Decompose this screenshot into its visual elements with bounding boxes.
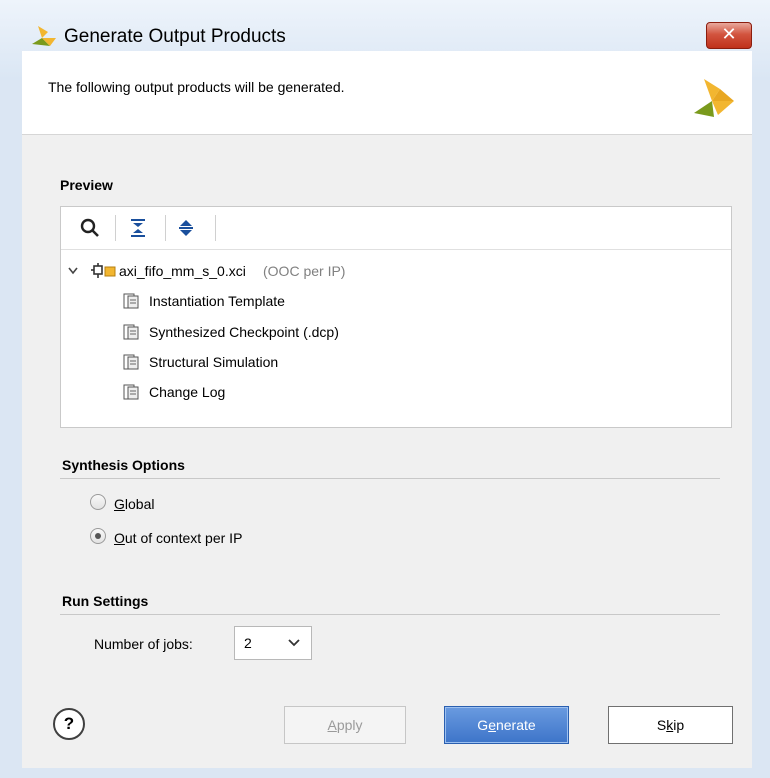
expand-all-icon[interactable] [175,217,197,239]
radio-label: Global [114,496,155,512]
skip-button[interactable]: Skip [608,706,733,744]
help-button[interactable]: ? [53,708,85,740]
preview-title: Preview [60,177,113,193]
preview-panel: axi_fifo_mm_s_0.xci (OOC per IP) Instant… [60,206,732,428]
apply-button[interactable]: Apply [284,706,406,744]
header-description: The following output products will be ge… [48,79,345,95]
radio-button-selected[interactable] [90,528,106,544]
window-border-left [0,80,22,778]
window-title: Generate Output Products [64,26,286,47]
preview-toolbar [61,207,731,250]
search-icon[interactable] [79,217,101,239]
tree-root-note: (OOC per IP) [263,263,346,279]
close-button[interactable]: ✕ [706,22,752,49]
tree-item-label: Synthesized Checkpoint (.dcp) [149,324,339,340]
tree-root-name: axi_fifo_mm_s_0.xci [119,263,246,279]
app-logo-icon [32,26,56,46]
collapse-all-icon[interactable] [127,217,149,239]
vivado-logo-icon [694,79,734,117]
toolbar-separator [165,215,166,241]
tree-item-label: Instantiation Template [149,293,285,309]
generate-button[interactable]: Generate [444,706,569,744]
document-icon [123,324,139,340]
jobs-value: 2 [244,635,252,651]
window-border-bottom [0,768,770,778]
section-divider [60,478,720,479]
radio-global[interactable]: Global [90,493,290,515]
section-divider [60,614,720,615]
toolbar-separator [215,215,216,241]
window-border-right [752,80,770,778]
jobs-label: Number of jobs: [94,636,193,652]
header-panel: The following output products will be ge… [22,51,752,135]
chevron-down-icon [288,639,300,647]
dialog-content: Preview axi_fifo_mm_s_0.xci (OOC per IP)… [22,135,752,768]
document-icon [123,293,139,309]
run-settings-title: Run Settings [62,593,149,609]
document-icon [123,354,139,370]
jobs-select[interactable]: 2 [234,626,312,660]
chevron-down-icon[interactable] [67,266,79,276]
ip-core-icon [91,263,116,278]
radio-out-of-context[interactable]: Out of context per IP [90,527,350,549]
toolbar-separator [115,215,116,241]
radio-button[interactable] [90,494,106,510]
synthesis-options-title: Synthesis Options [62,457,185,473]
document-icon [123,384,139,400]
tree-item-label: Change Log [149,384,226,400]
radio-label: Out of context per IP [114,530,243,546]
tree-item-label: Structural Simulation [149,354,279,370]
